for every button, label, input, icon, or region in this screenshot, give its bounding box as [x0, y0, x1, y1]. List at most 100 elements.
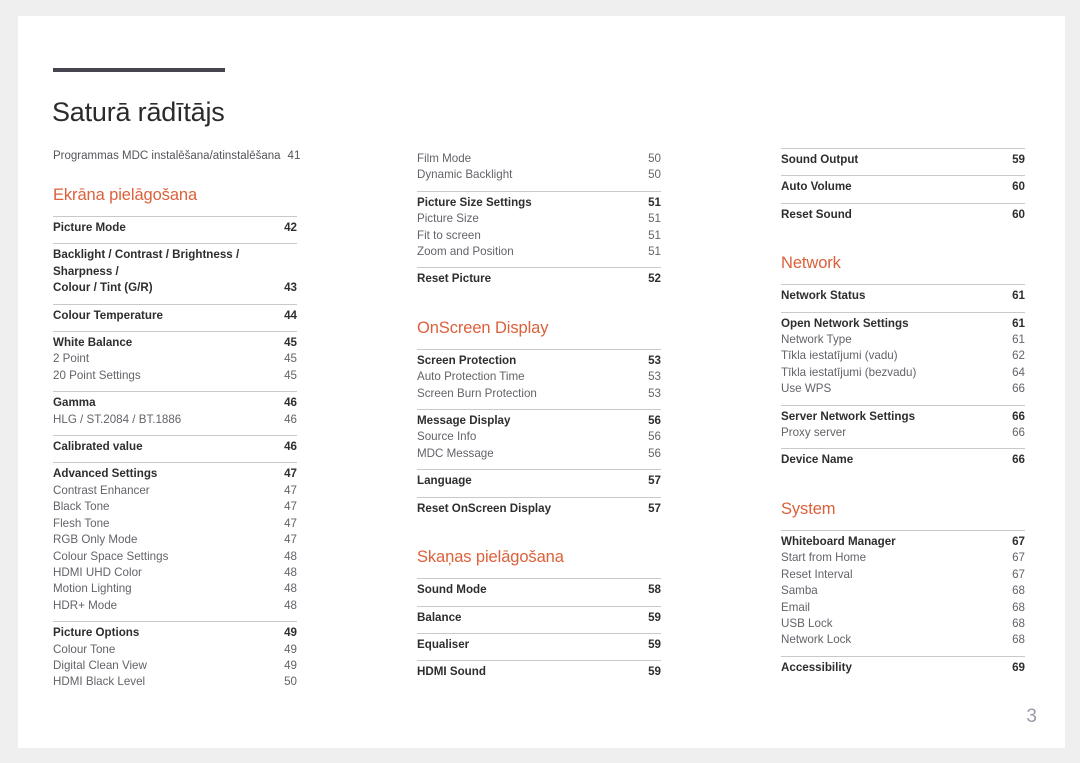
toc-entry-page: 47 — [284, 483, 297, 497]
toc-entry-page: 46 — [284, 396, 297, 410]
toc-entry[interactable]: Message Display 56 — [417, 413, 661, 429]
toc-entry[interactable]: MDC Message 56 — [417, 446, 661, 462]
toc-entry[interactable]: Colour Temperature 44 — [53, 308, 297, 324]
toc-entry[interactable]: 20 Point Settings 45 — [53, 368, 297, 384]
toc-entry[interactable]: Tīkla iestatījumi (vadu) 62 — [781, 348, 1025, 364]
toc-entry[interactable]: Picture Options 49 — [53, 625, 297, 641]
toc-entry[interactable]: Dynamic Backlight 50 — [417, 167, 661, 183]
toc-entry-label: Proxy server — [781, 426, 847, 440]
toc-entry-label: Email — [781, 600, 810, 614]
toc-group: Language 57 — [417, 469, 661, 496]
toc-entry[interactable]: Picture Size 51 — [417, 211, 661, 227]
toc-group: Screen Protection 53 Auto Protection Time 5… — [417, 348, 661, 409]
toc-entry-label: Auto Protection Time — [417, 370, 525, 384]
toc-entry[interactable]: 2 Point 45 — [53, 351, 297, 367]
toc-entry[interactable]: Film Mode 50 — [417, 151, 661, 167]
toc-entry[interactable]: Proxy server 66 — [781, 425, 1025, 441]
toc-entry-page: 59 — [648, 610, 661, 624]
toc-entry[interactable]: Screen Burn Protection 53 — [417, 386, 661, 402]
toc-group: Sound Output 59 — [781, 148, 1025, 175]
toc-entry[interactable]: Network Status 61 — [781, 288, 1025, 304]
toc-entry-page: 56 — [648, 414, 661, 428]
toc-entry[interactable]: Email 68 — [781, 600, 1025, 616]
toc-entry[interactable]: Calibrated value 46 — [53, 439, 297, 455]
toc-entry-page: 67 — [1012, 567, 1025, 581]
toc-entry[interactable]: Fit to screen 51 — [417, 228, 661, 244]
toc-entry[interactable]: Equaliser 59 — [417, 637, 661, 653]
toc-entry-label: Network Status — [781, 289, 866, 303]
toc-entry[interactable]: Auto Volume 60 — [781, 179, 1025, 195]
toc-entry-page: 50 — [284, 675, 297, 689]
toc-entry[interactable]: Start from Home 67 — [781, 550, 1025, 566]
toc-entry[interactable]: Language 57 — [417, 473, 661, 489]
toc-entry-page: 59 — [648, 665, 661, 679]
toc-group: Sound Mode 58 — [417, 578, 661, 605]
toc-entry[interactable]: Colour Space Settings 48 — [53, 549, 297, 565]
toc-entry[interactable]: Screen Protection 53 — [417, 353, 661, 369]
section-heading: System — [781, 499, 836, 518]
toc-entry[interactable]: Reset Picture 52 — [417, 271, 661, 287]
toc-entry[interactable]: Motion Lighting 48 — [53, 581, 297, 597]
toc-entry[interactable]: Zoom and Position 51 — [417, 244, 661, 260]
toc-entry[interactable]: Reset OnScreen Display 57 — [417, 501, 661, 517]
toc-entry-label: Film Mode — [417, 152, 472, 165]
section-heading: Ekrāna pielāgošana — [53, 186, 198, 204]
toc-entry[interactable]: Network Type 61 — [781, 332, 1025, 348]
toc-entry[interactable]: HDR+ Mode 48 — [53, 598, 297, 614]
toc-entry[interactable]: Accessibility 69 — [781, 660, 1025, 676]
toc-entry[interactable]: Digital Clean View 49 — [53, 658, 297, 674]
toc-entry[interactable]: Picture Size Settings 51 — [417, 195, 661, 211]
toc-column-2: Film Mode 50 Dynamic Backlight 50 Picture Si… — [417, 148, 661, 688]
toc-entry-label: Sound Output — [781, 153, 859, 166]
toc-entry[interactable]: HDMI Sound 59 — [417, 664, 661, 680]
toc-entry[interactable]: Whiteboard Manager 67 — [781, 534, 1025, 550]
toc-entry[interactable]: Sound Mode 58 — [417, 582, 661, 598]
toc-group: Picture Mode 42 — [53, 216, 297, 243]
toc-entry-label: Tīkla iestatījumi (vadu) — [781, 349, 898, 363]
toc-entry-page: 53 — [648, 353, 661, 367]
toc-entry[interactable]: USB Lock 68 — [781, 616, 1025, 632]
toc-entry[interactable]: Colour Tone 49 — [53, 642, 297, 658]
toc-entry[interactable]: Auto Protection Time 53 — [417, 369, 661, 385]
toc-columns: Programmas MDC instalēšana/atinstalēšana… — [18, 16, 1065, 748]
toc-entry-label: Open Network Settings — [781, 316, 909, 330]
toc-entry-page: 68 — [1012, 584, 1025, 598]
toc-entry[interactable]: Gamma 46 — [53, 395, 297, 411]
toc-entry[interactable]: White Balance 45 — [53, 335, 297, 351]
toc-entry[interactable]: Device Name 66 — [781, 452, 1025, 468]
toc-entry[interactable]: Samba 68 — [781, 583, 1025, 599]
toc-entry-page: 50 — [648, 168, 661, 182]
toc-entry-label: Colour Space Settings — [53, 549, 169, 563]
intro-entry[interactable]: Programmas MDC instalēšana/atinstalēšana… — [53, 148, 300, 162]
toc-entry[interactable]: HLG / ST.2084 / BT.1886 46 — [53, 412, 297, 428]
toc-entry[interactable]: HDMI Black Level 50 — [53, 674, 297, 690]
toc-entry[interactable]: Reset Interval 67 — [781, 567, 1025, 583]
toc-entry[interactable]: Backlight / Contrast / Brightness / Shar… — [53, 247, 297, 296]
toc-entry[interactable]: Use WPS 66 — [781, 381, 1025, 397]
toc-entry-page: 45 — [284, 336, 297, 350]
toc-entry-label: Colour Temperature — [53, 308, 163, 322]
toc-entry[interactable]: Flesh Tone 47 — [53, 516, 297, 532]
toc-entry-label-line2: Colour / Tint (G/R) — [53, 281, 153, 295]
toc-entry[interactable]: Black Tone 47 — [53, 499, 297, 515]
toc-entry-label: Equaliser — [417, 637, 470, 651]
toc-entry[interactable]: Picture Mode 42 — [53, 220, 297, 236]
toc-entry[interactable]: Tīkla iestatījumi (bezvadu) 64 — [781, 365, 1025, 381]
toc-entry[interactable]: Source Info 56 — [417, 429, 661, 445]
toc-entry[interactable]: Sound Output 59 — [781, 152, 1025, 168]
toc-entry[interactable]: Contrast Enhancer 47 — [53, 483, 297, 499]
toc-entry-page: 59 — [1012, 153, 1025, 166]
toc-group: Server Network Settings 66 Proxy server 66 — [781, 404, 1025, 449]
toc-entry[interactable]: Server Network Settings 66 — [781, 409, 1025, 425]
toc-entry[interactable]: Advanced Settings 47 — [53, 466, 297, 482]
toc-entry-page: 66 — [1012, 426, 1025, 440]
toc-entry[interactable]: Balance 59 — [417, 610, 661, 626]
toc-entry-page: 50 — [648, 152, 661, 165]
toc-entry[interactable]: Reset Sound 60 — [781, 207, 1025, 223]
toc-entry[interactable]: HDMI UHD Color 48 — [53, 565, 297, 581]
toc-entry[interactable]: Network Lock 68 — [781, 632, 1025, 648]
toc-entry[interactable]: Open Network Settings 61 — [781, 316, 1025, 332]
toc-entry[interactable]: RGB Only Mode 47 — [53, 532, 297, 548]
